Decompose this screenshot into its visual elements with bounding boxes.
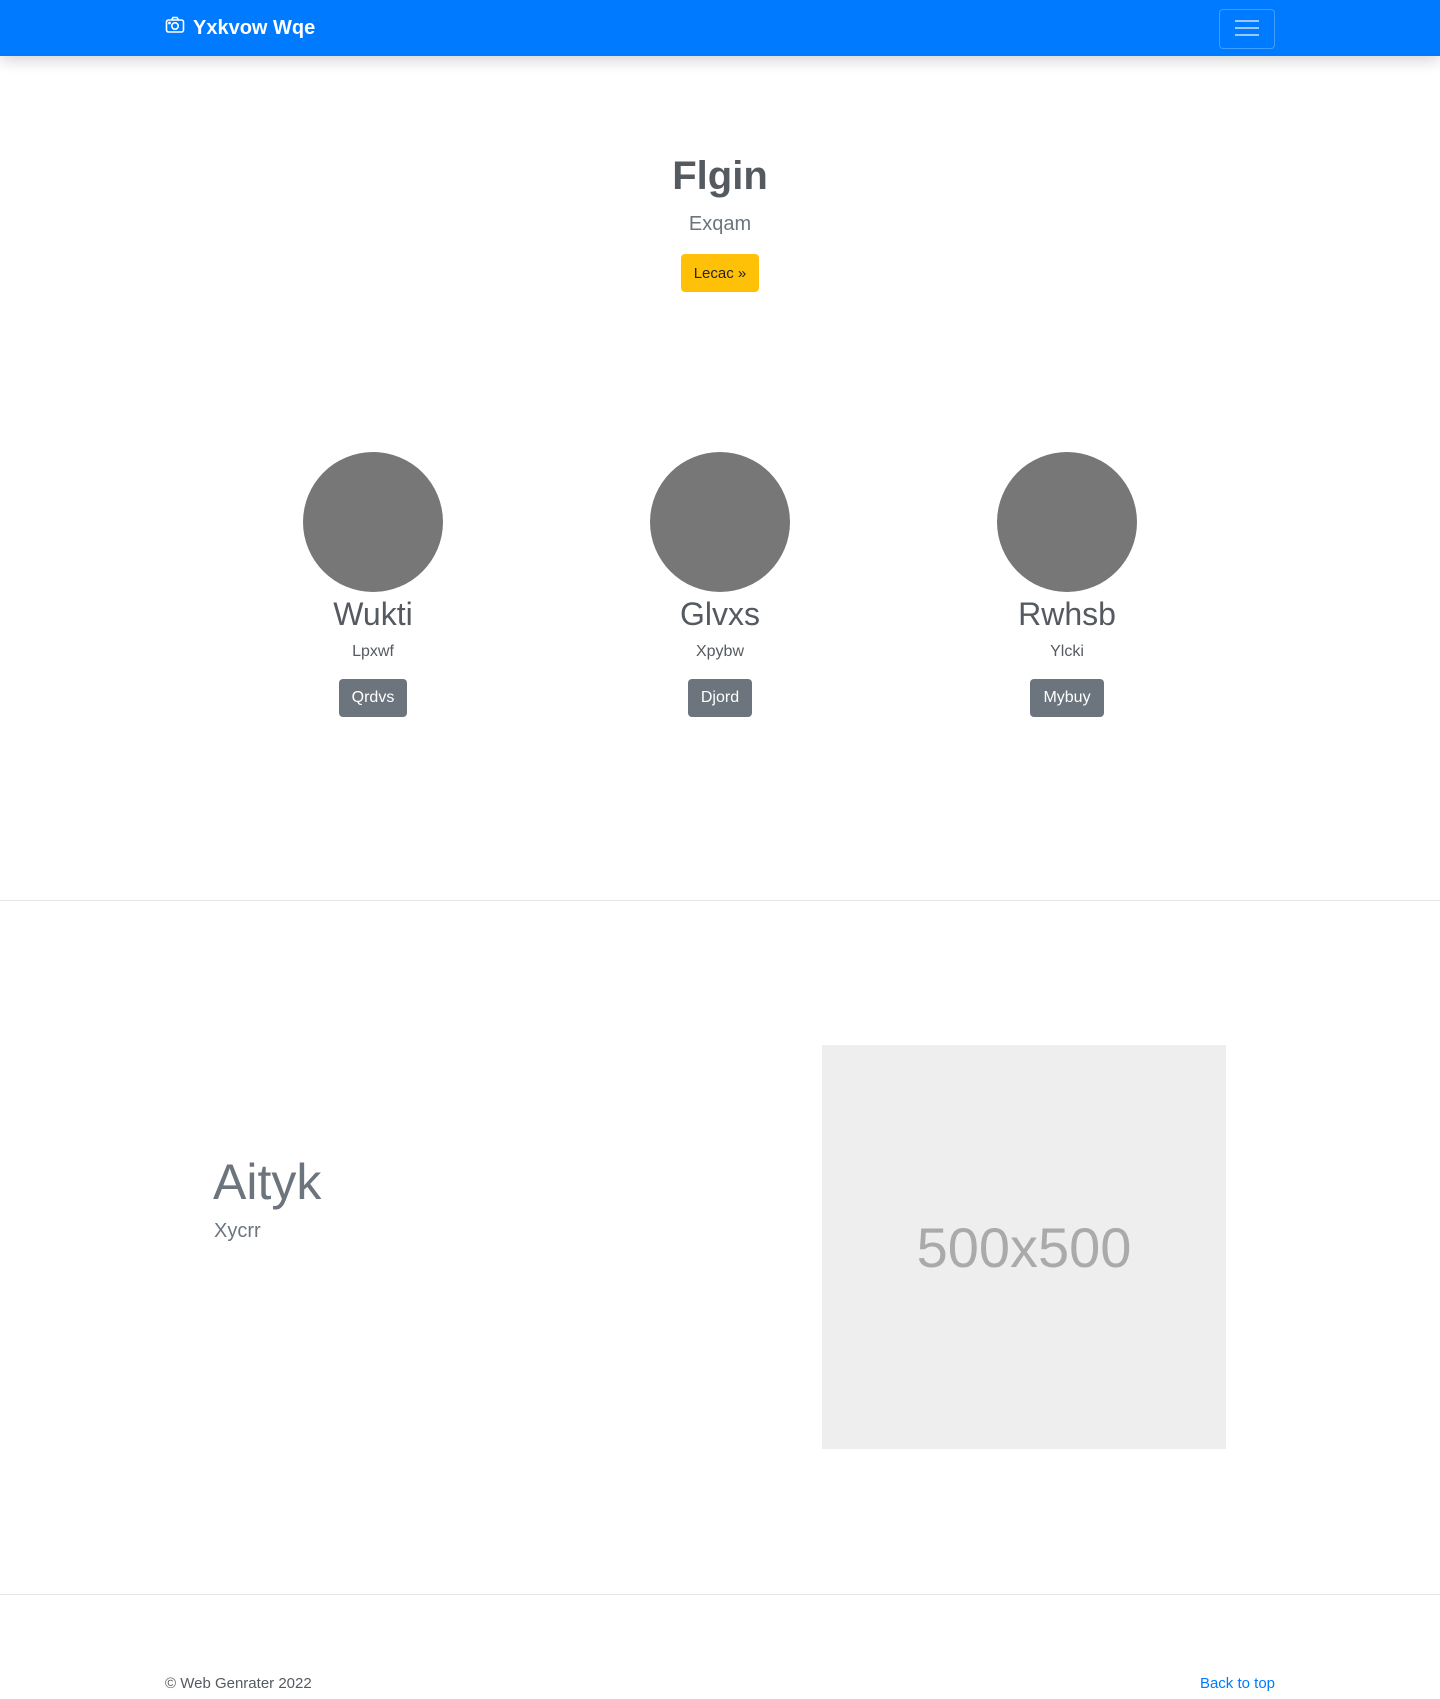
hamburger-menu-icon: [1233, 17, 1261, 42]
brand-link[interactable]: Yxkvow Wqe: [165, 0, 315, 56]
column-button[interactable]: Qrdvs: [338, 679, 408, 717]
feature-subheading: Xycrr: [214, 1220, 261, 1242]
column-heading: Wukti: [333, 596, 413, 632]
feature-image-placeholder: 500x500: [822, 1045, 1226, 1449]
brand-name: Yxkvow Wqe: [193, 16, 316, 39]
column-heading: Rwhsb: [1018, 596, 1116, 632]
camera-icon: [165, 15, 185, 41]
image-size-label: 500x500: [916, 1215, 1132, 1279]
hero-section: Flgin Exqam Lecac »: [0, 56, 1440, 366]
column-text: Ylcki: [1050, 643, 1084, 660]
column-3: Rwhsb Ylcki Mybuy: [893, 452, 1241, 717]
column-text: Lpxwf: [352, 643, 394, 660]
column-heading: Glvxs: [680, 596, 760, 632]
section-divider: [0, 1594, 1440, 1595]
column-image-placeholder: [303, 452, 443, 592]
hero-cta-button[interactable]: Lecac »: [681, 254, 759, 292]
column-image-placeholder: [997, 452, 1137, 592]
hero-heading: Flgin: [672, 154, 768, 198]
navbar: Yxkvow Wqe: [0, 0, 1440, 56]
column-image-placeholder: [650, 452, 790, 592]
column-2: Glvxs Xpybw Djord: [546, 452, 894, 717]
back-to-top-link[interactable]: Back to top: [1200, 1675, 1275, 1692]
navbar-toggler-button[interactable]: [1219, 9, 1275, 49]
footer-copyright: © Web Genrater 2022: [165, 1675, 312, 1692]
column-button[interactable]: Djord: [687, 679, 753, 717]
column-text: Xpybw: [695, 643, 745, 660]
column-1: Wukti Lpxwf Qrdvs: [199, 452, 547, 717]
hero-lead: Exqam: [688, 213, 752, 235]
column-button[interactable]: Mybuy: [1030, 679, 1104, 717]
section-divider: [0, 900, 1440, 901]
feature-heading: Aityk: [213, 1154, 322, 1210]
